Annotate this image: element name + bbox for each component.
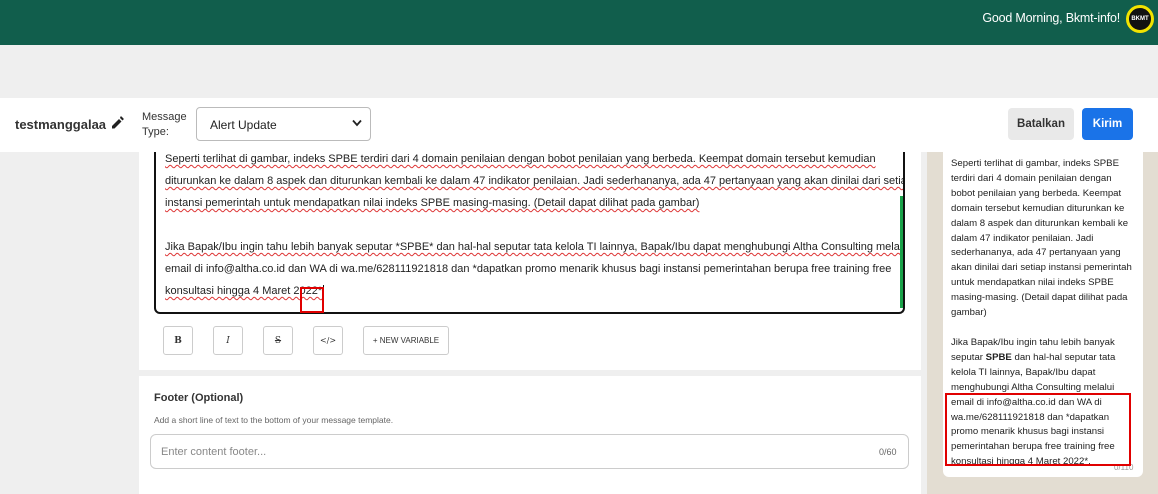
- bold-button[interactable]: B: [163, 326, 193, 355]
- chevron-down-icon: [352, 119, 362, 127]
- editor-line: Jika Bapak/Ibu ingin tahu lebih banyak s…: [165, 241, 905, 253]
- message-type-value: Alert Update: [210, 118, 277, 132]
- footer-title: Footer (Optional): [154, 392, 244, 404]
- editor-line: Seperti terlihat di gambar, indeks SPBE …: [165, 153, 876, 165]
- preview-bold-text: SPBE: [985, 351, 1012, 363]
- code-button[interactable]: </>: [313, 326, 343, 355]
- footer-description: Add a short line of text to the bottom o…: [154, 415, 394, 425]
- footer-char-counter: 0/60: [879, 447, 897, 457]
- highlight-box-preview: [945, 393, 1131, 466]
- preview-paragraph: Seperti terlihat di gambar, indeks SPBE …: [951, 158, 1132, 319]
- footer-input[interactable]: [150, 434, 909, 469]
- editor-content[interactable]: Seperti terlihat di gambar, indeks SPBE …: [165, 152, 905, 302]
- send-button[interactable]: Kirim: [1082, 108, 1133, 140]
- cancel-button[interactable]: Batalkan: [1008, 108, 1074, 140]
- message-type-label: Message Type:: [142, 111, 187, 138]
- new-variable-button[interactable]: + NEW VARIABLE: [363, 326, 449, 355]
- template-name: testmanggalaa: [15, 117, 107, 132]
- template-header: testmanggalaa Message Type: Alert Update…: [0, 98, 1158, 152]
- editor-line: diturunkan ke dalam 8 aspek dan diturunk…: [165, 175, 905, 187]
- editor-line: konsultasi hingga 4 Maret 2022*: [165, 285, 323, 297]
- strikethrough-button[interactable]: S: [263, 326, 293, 355]
- highlight-box-cursor: [300, 287, 324, 313]
- message-body-editor[interactable]: Seperti terlihat di gambar, indeks SPBE …: [154, 152, 905, 314]
- focus-indicator: [900, 196, 903, 308]
- pencil-icon[interactable]: [110, 114, 124, 130]
- italic-button[interactable]: I: [213, 326, 243, 355]
- editor-line: email di info@altha.co.id dan WA di wa.m…: [165, 263, 892, 275]
- top-navbar: Good Morning, Bkmt-info! BKMT: [0, 0, 1158, 45]
- editor-line: instansi pemerintah untuk mendapatkan ni…: [165, 197, 700, 209]
- message-type-select[interactable]: Alert Update: [196, 107, 371, 141]
- greeting-text: Good Morning, Bkmt-info!: [982, 11, 1120, 25]
- bkmt-logo[interactable]: BKMT: [1126, 5, 1154, 33]
